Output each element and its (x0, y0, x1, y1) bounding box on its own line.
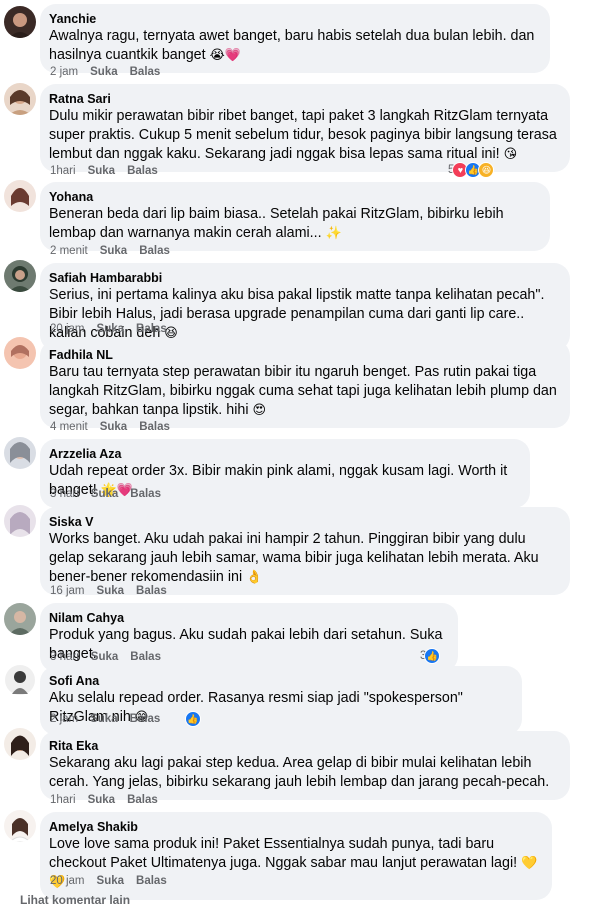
avatar[interactable] (4, 664, 36, 696)
haha-reaction-icon: 😆 (478, 162, 495, 178)
timestamp[interactable]: 2 jam (50, 712, 78, 726)
avatar[interactable] (4, 810, 36, 842)
like-button[interactable]: Suka (88, 164, 116, 178)
avatar[interactable] (4, 603, 36, 635)
reaction-summary[interactable]: 👍 (185, 709, 201, 729)
avatar[interactable] (4, 180, 36, 212)
comment-meta: 2 jam Suka Balas (50, 712, 172, 726)
comment-text: Beneran beda dari lip baim biasa.. Setel… (49, 206, 504, 241)
comment-bubble: Ratna Sari Dulu mikir perawatan bibir ri… (40, 84, 570, 172)
timestamp[interactable]: 16 jam (50, 584, 85, 598)
like-reaction-icon: 👍 (424, 648, 441, 664)
reply-button[interactable]: Balas (130, 487, 161, 501)
timestamp[interactable]: 20 jam (50, 874, 85, 888)
avatar[interactable] (4, 337, 36, 369)
timestamp[interactable]: 20 jam (50, 322, 85, 336)
timestamp[interactable]: 3 hari (50, 487, 79, 501)
comment-bubble: Rita Eka Sekarang aku lagi pakai step ke… (40, 731, 570, 800)
commenter-name[interactable]: Yanchie (49, 11, 541, 27)
timestamp[interactable]: 4 menit (50, 420, 88, 434)
comment-bubble: Siska V Works banget. Aku udah pakai ini… (40, 507, 570, 595)
like-button[interactable]: Suka (97, 584, 125, 598)
emoji: 😭💗 (209, 48, 241, 63)
comment-text: Baru tau ternyata step perawatan bibir i… (49, 364, 557, 418)
comment-meta: 4 menit Suka Balas (50, 420, 182, 434)
commenter-name[interactable]: Rita Eka (49, 738, 561, 754)
avatar[interactable] (4, 260, 36, 292)
avatar[interactable] (4, 505, 36, 537)
comment-text: Works banget. Aku udah pakai ini hampir … (49, 531, 539, 585)
comment-bubble: Yanchie Awalnya ragu, ternyata awet bang… (40, 4, 550, 73)
reply-button[interactable]: Balas (127, 793, 158, 807)
comment-bubble: Yohana Beneran beda dari lip baim biasa.… (40, 182, 550, 251)
timestamp[interactable]: 1hari (50, 164, 76, 178)
reply-button[interactable]: Balas (136, 874, 167, 888)
like-button[interactable]: Suka (88, 793, 116, 807)
timestamp[interactable]: 2 jam (50, 65, 78, 79)
commenter-name[interactable]: Sofi Ana (49, 673, 513, 689)
emoji: ✨ (325, 226, 342, 241)
like-button[interactable]: Suka (90, 65, 118, 79)
comment-meta: 1hari Suka Balas (50, 164, 170, 178)
like-button[interactable]: Suka (91, 487, 119, 501)
avatar[interactable] (4, 728, 36, 760)
more-comments-link[interactable]: Lihat komentar lain (20, 893, 130, 907)
reply-button[interactable]: Balas (139, 244, 170, 258)
avatar[interactable] (4, 6, 36, 38)
reply-button[interactable]: Balas (130, 712, 161, 726)
avatar[interactable] (4, 83, 36, 115)
like-button[interactable]: Suka (90, 712, 118, 726)
like-button[interactable]: Suka (97, 874, 125, 888)
like-button[interactable]: Suka (100, 244, 128, 258)
timestamp[interactable]: 1hari (50, 793, 76, 807)
comment-meta: 20 jam Suka Balas (50, 322, 179, 336)
comment-bubble: Fadhila NL Baru tau ternyata step perawa… (40, 340, 570, 428)
commenter-name[interactable]: Ratna Sari (49, 91, 561, 107)
comment-meta: 20 jam Suka Balas (50, 874, 179, 888)
commenter-name[interactable]: Amelya Shakib (49, 819, 543, 835)
comment-text: Sekarang aku lagi pakai step kedua. Area… (49, 755, 550, 790)
emoji: 😍 (252, 403, 267, 418)
timestamp[interactable]: 3 hari (50, 650, 79, 664)
reply-button[interactable]: Balas (127, 164, 158, 178)
like-reaction-icon: 👍 (185, 711, 201, 727)
reply-button[interactable]: Balas (136, 584, 167, 598)
reply-button[interactable]: Balas (130, 65, 161, 79)
reply-button[interactable]: Balas (136, 322, 167, 336)
like-button[interactable]: Suka (91, 650, 119, 664)
reply-button[interactable]: Balas (130, 650, 161, 664)
comment-bubble: Safiah Hambarabbi Serius, ini pertama ka… (40, 263, 570, 351)
comment-meta: 16 jam Suka Balas (50, 584, 179, 598)
commenter-name[interactable]: Nilam Cahya (49, 610, 449, 626)
comment-text: Dulu mikir perawatan bibir ribet banget,… (49, 108, 557, 162)
emoji: 👌 (246, 570, 263, 585)
emoji: 😘 (503, 147, 518, 162)
commenter-name[interactable]: Siska V (49, 514, 561, 530)
like-button[interactable]: Suka (97, 322, 125, 336)
commenter-name[interactable]: Arzzelia Aza (49, 446, 521, 462)
reaction-summary[interactable]: 3 👍 (420, 646, 441, 666)
reply-button[interactable]: Balas (139, 420, 170, 434)
comment-meta: 3 hari Suka Balas (50, 487, 173, 501)
avatar[interactable] (4, 437, 36, 469)
comment-text: Awalnya ragu, ternyata awet banget, baru… (49, 28, 535, 63)
commenter-name[interactable]: Fadhila NL (49, 347, 561, 363)
commenter-name[interactable]: Yohana (49, 189, 541, 205)
like-button[interactable]: Suka (100, 420, 128, 434)
comment-meta: 3 hari Suka Balas (50, 650, 173, 664)
timestamp[interactable]: 2 menit (50, 244, 88, 258)
reaction-summary[interactable]: 5 ♥ 👍 😆 (448, 160, 495, 180)
comment-meta: 2 menit Suka Balas (50, 244, 182, 258)
comment-meta: 1hari Suka Balas (50, 793, 170, 807)
comment-meta: 2 jam Suka Balas (50, 65, 172, 79)
commenter-name[interactable]: Safiah Hambarabbi (49, 270, 561, 286)
